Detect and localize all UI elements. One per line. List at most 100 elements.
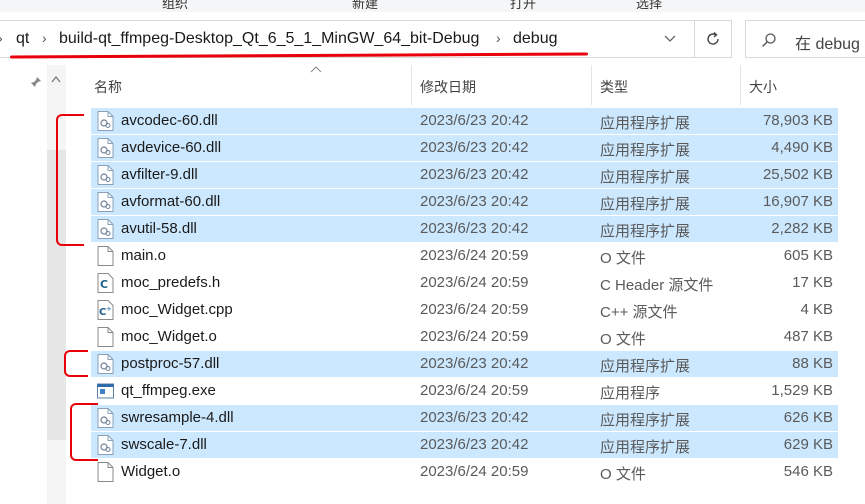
exe-icon (97, 381, 114, 401)
dll-icon (97, 138, 114, 158)
column-divider[interactable] (740, 65, 741, 105)
file-size: 16,907 KB (762, 193, 833, 210)
sort-up-icon (310, 65, 322, 76)
file-date: 2023/6/23 20:42 (420, 193, 529, 210)
file-name: swscale-7.dll (121, 436, 207, 453)
file-row[interactable]: swresample-4.dll 2023/6/23 20:42 应用程序扩展 626… (91, 405, 838, 431)
breadcrumb-qt[interactable]: qt (16, 30, 29, 48)
annotation-bracket (64, 350, 88, 377)
file-name: avcodec-60.dll (121, 112, 218, 129)
file-date: 2023/6/24 20:59 (420, 328, 529, 345)
file-type: O 文件 (600, 466, 646, 483)
chevron-down-icon[interactable] (664, 31, 676, 46)
file-size: 605 KB (783, 247, 833, 264)
file-size: 2,282 KB (771, 220, 833, 237)
file-date: 2023/6/24 20:59 (420, 301, 529, 318)
ribbon-bar: 组织 新建 打开 选择 (0, 0, 865, 12)
chevron-right-icon[interactable]: › (42, 30, 47, 46)
ribbon-label-organize[interactable]: 组织 (162, 0, 188, 12)
file-name: moc_predefs.h (121, 274, 221, 291)
svg-text:+: + (106, 305, 112, 313)
file-type: 应用程序扩展 (600, 196, 691, 213)
file-name: avutil-58.dll (121, 220, 197, 237)
file-type: C++ 源文件 (600, 304, 678, 321)
file-date: 2023/6/23 20:42 (420, 112, 529, 129)
column-header-date[interactable]: 修改日期 (420, 77, 476, 97)
file-row[interactable]: Cmoc_predefs.h 2023/6/24 20:59 C Header 源文… (91, 270, 838, 296)
file-name: Widget.o (121, 463, 181, 480)
annotation-bracket (70, 403, 98, 461)
file-date: 2023/6/24 20:59 (420, 463, 529, 480)
file-row[interactable]: avcodec-60.dll 2023/6/23 20:42 应用程序扩展 78,90… (91, 108, 838, 134)
file-name: avformat-60.dll (121, 193, 221, 210)
file-name: main.o (121, 247, 167, 264)
cpp-file-icon: C + (97, 300, 114, 320)
file-name: avfilter-9.dll (121, 166, 198, 183)
file-icon (97, 327, 114, 347)
column-divider[interactable] (591, 65, 592, 105)
file-row[interactable]: Widget.o 2023/6/24 20:59 O 文件 546 KB (91, 459, 838, 485)
chevron-right-icon[interactable]: › (0, 30, 3, 46)
chevron-right-icon[interactable]: › (496, 30, 501, 46)
file-icon (97, 462, 114, 482)
file-size: 17 KB (792, 274, 833, 291)
column-header-type[interactable]: 类型 (600, 77, 628, 97)
address-bar[interactable]: › qt › build-qt_ffmpeg-Desktop_Qt_6_5_1_… (0, 20, 695, 58)
file-size: 546 KB (783, 463, 833, 480)
file-date: 2023/6/24 20:59 (420, 382, 529, 399)
file-row[interactable]: qt_ffmpeg.exe 2023/6/24 20:59 应用程序 1,529 KB (91, 378, 838, 404)
breadcrumb-build-dir[interactable]: build-qt_ffmpeg-Desktop_Qt_6_5_1_MinGW_6… (59, 30, 479, 48)
file-row[interactable]: avutil-58.dll 2023/6/23 20:42 应用程序扩展 2,282 … (91, 216, 838, 242)
file-row[interactable]: moc_Widget.o 2023/6/24 20:59 O 文件 487 KB (91, 324, 838, 350)
file-date: 2023/6/24 20:59 (420, 274, 529, 291)
file-row[interactable]: swscale-7.dll 2023/6/23 20:42 应用程序扩展 629 KB (91, 432, 838, 458)
refresh-button[interactable] (695, 20, 732, 58)
file-type: 应用程序扩展 (600, 358, 691, 375)
file-date: 2023/6/24 20:59 (420, 247, 529, 264)
pin-icon[interactable] (30, 76, 42, 91)
scroll-up-icon[interactable] (51, 75, 61, 86)
dll-icon (97, 192, 114, 212)
file-size: 626 KB (783, 409, 833, 426)
file-type: O 文件 (600, 250, 646, 267)
file-size: 629 KB (783, 436, 833, 453)
ribbon-label-new[interactable]: 新建 (352, 0, 378, 12)
c-header-icon: C (97, 273, 114, 293)
file-icon (97, 246, 114, 266)
file-row[interactable]: C + moc_Widget.cpp 2023/6/24 20:59 C++ 源文件 4 … (91, 297, 838, 323)
file-row[interactable]: avformat-60.dll 2023/6/23 20:42 应用程序扩展 16,9… (91, 189, 838, 215)
file-size: 4,490 KB (771, 139, 833, 156)
dll-icon (97, 354, 114, 374)
file-date: 2023/6/23 20:42 (420, 436, 529, 453)
file-type: 应用程序扩展 (600, 169, 691, 186)
breadcrumb-debug[interactable]: debug (513, 30, 558, 48)
file-size: 4 KB (800, 301, 833, 318)
file-type: 应用程序扩展 (600, 115, 691, 132)
file-type: 应用程序 (600, 385, 661, 402)
file-row[interactable]: main.o 2023/6/24 20:59 O 文件 605 KB (91, 243, 838, 269)
file-type: 应用程序扩展 (600, 412, 691, 429)
column-header-size[interactable]: 大小 (749, 77, 777, 97)
file-date: 2023/6/23 20:42 (420, 355, 529, 372)
file-row[interactable]: postproc-57.dll 2023/6/23 20:42 应用程序扩展 88 K… (91, 351, 838, 377)
ribbon-label-select[interactable]: 选择 (636, 0, 662, 12)
file-size: 25,502 KB (762, 166, 833, 183)
file-name: postproc-57.dll (121, 355, 220, 372)
dll-icon (97, 408, 114, 428)
file-name: swresample-4.dll (121, 409, 234, 426)
file-name: qt_ffmpeg.exe (121, 382, 216, 399)
column-divider[interactable] (411, 65, 412, 105)
ribbon-label-open[interactable]: 打开 (510, 0, 536, 12)
file-type: 应用程序扩展 (600, 142, 691, 159)
search-icon (762, 33, 776, 47)
file-type: C Header 源文件 (600, 277, 714, 294)
file-row[interactable]: avfilter-9.dll 2023/6/23 20:42 应用程序扩展 25,50… (91, 162, 838, 188)
column-header-name[interactable]: 名称 (94, 77, 122, 97)
file-size: 88 KB (792, 355, 833, 372)
search-box[interactable]: 在 debug (745, 20, 865, 58)
file-row[interactable]: avdevice-60.dll 2023/6/23 20:42 应用程序扩展 4,49… (91, 135, 838, 161)
search-input[interactable]: 在 debug (795, 30, 860, 54)
column-header: 名称 修改日期 类型 大小 (68, 65, 865, 105)
file-date: 2023/6/23 20:42 (420, 409, 529, 426)
dll-icon (97, 165, 114, 185)
